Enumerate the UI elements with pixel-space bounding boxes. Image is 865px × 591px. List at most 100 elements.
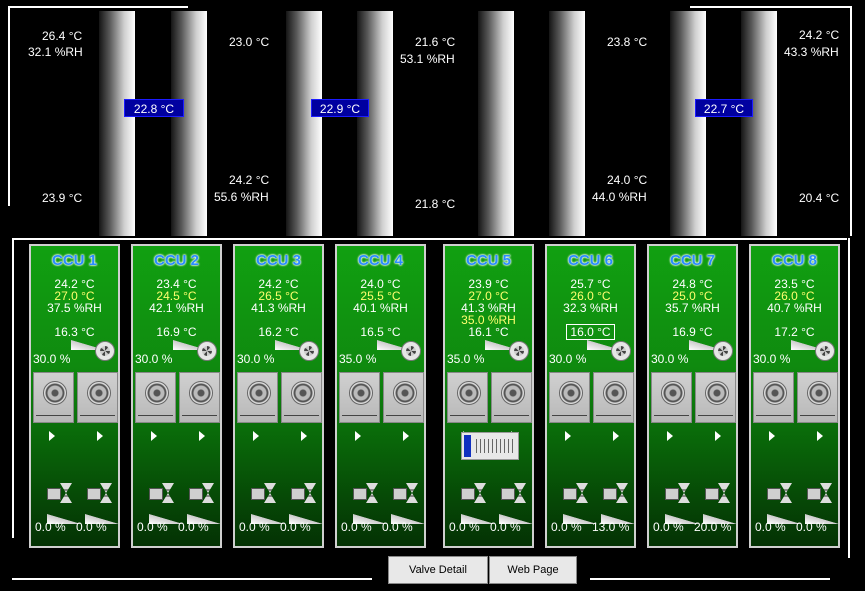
play-icon[interactable] [151, 431, 157, 441]
sensor-t4: 23.8 °C [607, 35, 648, 49]
valve-1-percent: 0.0 % [35, 520, 66, 534]
ccu-supply-value: 16.9 °C [156, 325, 197, 339]
sensor-b3: 21.8 °C [415, 197, 456, 211]
valve-1-percent: 0.0 % [341, 520, 372, 534]
valve-icon[interactable] [705, 483, 731, 505]
valve-2-percent: 0.0 % [796, 520, 827, 534]
valve-icon[interactable] [501, 483, 527, 505]
ccu-supply-temp: 16.5 °C [337, 326, 424, 338]
web-page-button[interactable]: Web Page [489, 556, 577, 584]
valve-icon[interactable] [461, 483, 487, 505]
ccu-panel[interactable]: CCU 5 23.9 °C 27.0 °C 41.3 %RH 35.0 %RH … [443, 244, 534, 548]
rack-column-7 [670, 11, 706, 236]
ccu-title: CCU 2 [153, 252, 199, 269]
aisle-avg-3: 22.7 °C [695, 99, 753, 117]
ccu-humidity: 41.3 %RH [251, 301, 306, 315]
valve-icon[interactable] [189, 483, 215, 505]
play-icon[interactable] [667, 431, 673, 441]
ccu-supply-temp: 16.3 °C [31, 326, 118, 338]
ccu-humidity: 32.3 %RH [563, 301, 618, 315]
blower-unit-icon[interactable] [549, 372, 590, 423]
valve-1-percent: 0.0 % [449, 520, 480, 534]
valve-icon[interactable] [353, 483, 379, 505]
valve-icon[interactable] [87, 483, 113, 505]
ccu-panel[interactable]: CCU 1 24.2 °C 27.0 °C 37.5 %RH 16.3 °C 3… [29, 244, 120, 548]
room-outline-top [8, 6, 188, 8]
play-icon[interactable] [253, 431, 259, 441]
ccu-title: CCU 1 [51, 252, 97, 269]
play-icon[interactable] [97, 431, 103, 441]
ccu-humidity: 42.1 %RH [149, 301, 204, 315]
valve-detail-button[interactable]: Valve Detail [388, 556, 488, 584]
ccu-panel[interactable]: CCU 3 24.2 °C 26.5 °C 41.3 %RH 16.2 °C 3… [233, 244, 324, 548]
valve-icon[interactable] [47, 483, 73, 505]
valve-1-percent: 0.0 % [137, 520, 168, 534]
ccu-humidity: 37.5 %RH [47, 301, 102, 315]
sensor-t1-rh: 32.1 %RH [28, 45, 83, 59]
sensor-t1: 26.4 °C [42, 29, 83, 43]
rack-column-2 [171, 11, 207, 236]
valve-icon[interactable] [767, 483, 793, 505]
blower-unit-icon[interactable] [179, 372, 220, 423]
sensor-b1: 23.9 °C [42, 191, 83, 205]
play-icon[interactable] [49, 431, 55, 441]
blower-unit-icon[interactable] [237, 372, 278, 423]
blower-unit-icon[interactable] [383, 372, 424, 423]
play-icon[interactable] [715, 431, 721, 441]
valve-icon[interactable] [393, 483, 419, 505]
ccu-panel[interactable]: CCU 7 24.8 °C 25.0 °C 35.7 %RH 16.9 °C 3… [647, 244, 738, 548]
valve-icon[interactable] [603, 483, 629, 505]
sensor-t3: 21.6 °C [415, 35, 456, 49]
blower-unit-icon[interactable] [447, 372, 488, 423]
valve-icon[interactable] [251, 483, 277, 505]
blower-unit-icon[interactable] [281, 372, 322, 423]
controller-panel-icon[interactable] [461, 432, 519, 460]
valve-icon[interactable] [563, 483, 589, 505]
ccu-panel[interactable]: CCU 2 23.4 °C 24.5 °C 42.1 %RH 16.9 °C 3… [131, 244, 222, 548]
sensor-t5: 24.2 °C [799, 28, 840, 42]
valve-1-percent: 0.0 % [755, 520, 786, 534]
room-outline-bottom [12, 578, 372, 580]
play-icon[interactable] [403, 431, 409, 441]
rack-column-4 [357, 11, 393, 236]
ccu-panel[interactable]: CCU 8 23.5 °C 26.0 °C 40.7 %RH 17.2 °C 3… [749, 244, 840, 548]
ccu-supply-temp: 17.2 °C [751, 326, 838, 338]
blower-unit-icon[interactable] [593, 372, 634, 423]
valve-2-percent: 13.0 % [592, 520, 630, 534]
play-icon[interactable] [565, 431, 571, 441]
rack-column-3 [286, 11, 322, 236]
valve-icon[interactable] [665, 483, 691, 505]
blower-unit-icon[interactable] [797, 372, 838, 423]
blower-unit-icon[interactable] [753, 372, 794, 423]
blower-unit-icon[interactable] [695, 372, 736, 423]
sensor-b4-rh: 44.0 %RH [592, 190, 647, 204]
blower-unit-icon[interactable] [33, 372, 74, 423]
blower-unit-icon[interactable] [77, 372, 118, 423]
play-icon[interactable] [301, 431, 307, 441]
valve-icon[interactable] [291, 483, 317, 505]
sensor-b2-rh: 55.6 %RH [214, 190, 269, 204]
play-icon[interactable] [199, 431, 205, 441]
blower-unit-icon[interactable] [491, 372, 532, 423]
play-icon[interactable] [613, 431, 619, 441]
valve-icon[interactable] [149, 483, 175, 505]
ccu-supply-value: 16.1 °C [468, 325, 509, 339]
ccu-humidity: 40.1 %RH [353, 301, 408, 315]
ccu-supply-temp: 16.2 °C [235, 326, 322, 338]
fan-icon [197, 341, 217, 361]
play-icon[interactable] [769, 431, 775, 441]
ccu-panel[interactable]: CCU 4 24.0 °C 25.5 °C 40.1 %RH 16.5 °C 3… [335, 244, 426, 548]
room-outline-bottom-right [590, 578, 830, 580]
play-icon[interactable] [817, 431, 823, 441]
blower-unit-icon[interactable] [135, 372, 176, 423]
ccu-fan-speed: 30.0 % [237, 352, 275, 366]
ccu-panel[interactable]: CCU 6 25.7 °C 26.0 °C 32.3 %RH 16.0 °C 3… [545, 244, 636, 548]
valve-icon[interactable] [807, 483, 833, 505]
blower-unit-icon[interactable] [339, 372, 380, 423]
ccu-humidity: 40.7 %RH [767, 301, 822, 315]
play-icon[interactable] [355, 431, 361, 441]
ccu-title: CCU 4 [357, 252, 403, 269]
sensor-t2: 23.0 °C [229, 35, 270, 49]
sensor-t3-rh: 53.1 %RH [400, 52, 455, 66]
blower-unit-icon[interactable] [651, 372, 692, 423]
